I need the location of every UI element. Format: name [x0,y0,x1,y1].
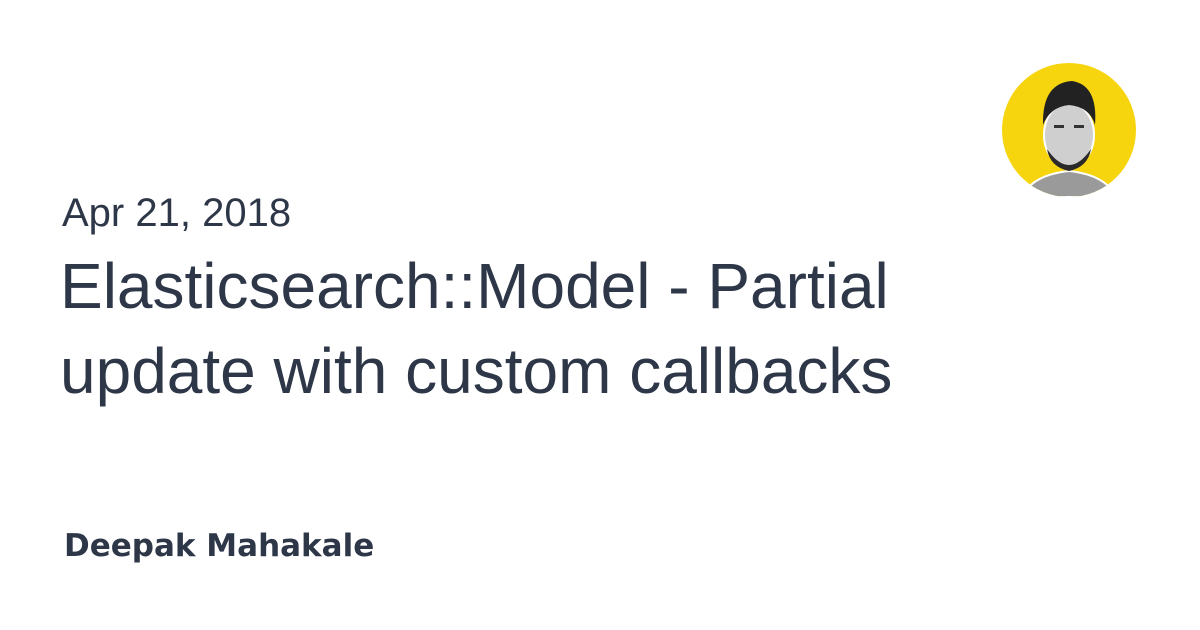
post-title: Elasticsearch::Model - Partial update wi… [60,250,893,407]
post-date: Apr 21, 2018 [62,191,292,235]
author-name: Deepak Mahakale [64,528,375,564]
avatar-portrait-icon [1020,81,1118,197]
author-avatar [1002,63,1136,197]
